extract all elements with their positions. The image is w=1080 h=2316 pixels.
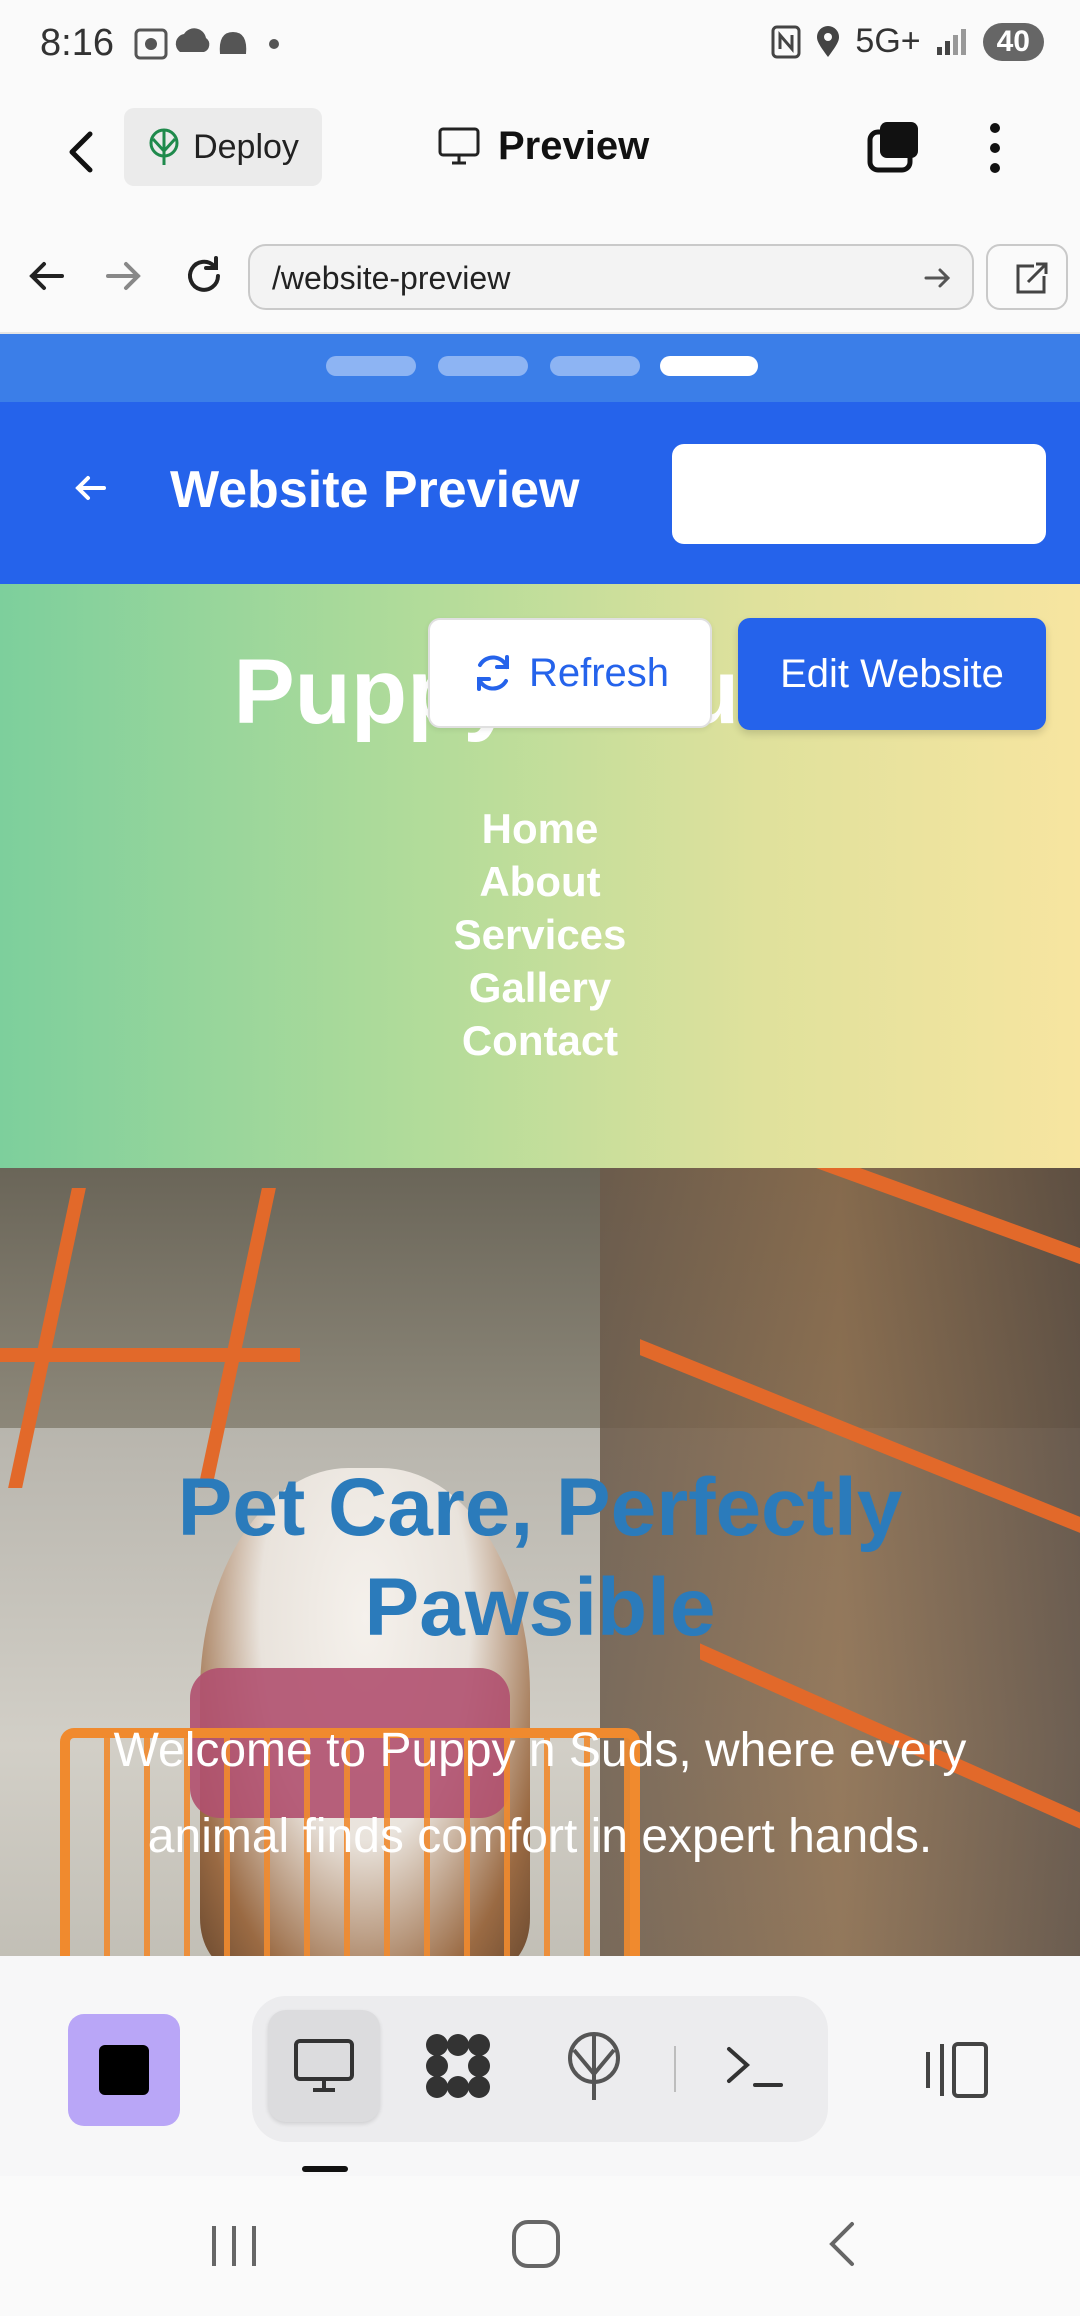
open-external-button[interactable] xyxy=(986,244,1068,310)
back-button[interactable] xyxy=(56,124,112,180)
browser-back-icon[interactable] xyxy=(22,252,70,300)
nav-services[interactable]: Services xyxy=(454,908,627,961)
bottom-toolbar xyxy=(0,1956,1080,2176)
tabs-button[interactable] xyxy=(866,118,922,174)
sidebar-panel-icon xyxy=(926,2042,988,2098)
tabs-icon xyxy=(867,122,918,173)
url-input[interactable]: /website-preview xyxy=(248,244,974,310)
refresh-icon xyxy=(476,655,509,691)
home-icon[interactable] xyxy=(508,2216,564,2272)
header-blank-panel xyxy=(672,444,1046,544)
external-link-icon xyxy=(1016,262,1048,294)
network-type: 5G+ xyxy=(855,22,921,60)
android-navigation-bar xyxy=(0,2176,1080,2316)
url-text: /website-preview xyxy=(272,260,511,296)
hero-title: Pet Care, Perfectly Pawsible xyxy=(177,1462,903,1653)
preview-label: Preview xyxy=(498,123,650,168)
monitor-icon xyxy=(438,127,480,165)
status-bar: 8:16 5G+ 40 xyxy=(0,0,1080,96)
deploy-icon xyxy=(149,128,179,165)
notification-icons xyxy=(134,24,284,72)
apps-tool-button[interactable] xyxy=(402,2010,514,2122)
progress-step-3 xyxy=(550,356,640,376)
site-header: Puppy n Suds Refresh Edit Website Home A… xyxy=(0,584,1080,1168)
app-bar: Deploy Preview xyxy=(0,96,1080,222)
deploy-icon xyxy=(568,2032,620,2100)
hero-subtitle: Welcome to Puppy n Suds, where every ani… xyxy=(113,1724,967,1863)
go-arrow-icon[interactable] xyxy=(922,262,954,294)
location-icon xyxy=(817,25,840,57)
recent-apps-icon[interactable] xyxy=(206,2220,262,2272)
preview-tab[interactable]: Preview xyxy=(438,116,649,176)
wizard-header: Website Preview xyxy=(0,402,1080,584)
system-back-icon[interactable] xyxy=(816,2216,872,2272)
more-options-icon[interactable] xyxy=(980,118,1010,178)
deploy-label: Deploy xyxy=(193,127,299,166)
nav-home[interactable]: Home xyxy=(482,802,599,855)
monitor-icon xyxy=(294,2039,354,2092)
preview-tool-button[interactable] xyxy=(268,2010,380,2122)
site-nav: Home About Services Gallery Contact xyxy=(0,802,1080,1067)
active-tool-indicator xyxy=(302,2166,348,2172)
nav-contact[interactable]: Contact xyxy=(462,1014,618,1067)
signal-icon xyxy=(936,28,966,55)
ladder-step xyxy=(0,1348,300,1362)
nfc-icon xyxy=(771,25,801,58)
progress-step-4 xyxy=(660,356,758,376)
hero-section: Pet Care, Perfectly Pawsible Welcome to … xyxy=(0,1168,1080,1956)
progress-step-1 xyxy=(326,356,416,376)
stop-icon xyxy=(99,2045,149,2095)
nav-about[interactable]: About xyxy=(479,855,600,908)
terminal-tool-button[interactable] xyxy=(698,2010,810,2122)
wizard-title: Website Preview xyxy=(170,461,580,519)
tool-separator xyxy=(674,2046,676,2092)
arrow-left-icon[interactable] xyxy=(66,464,114,512)
apps-icon xyxy=(426,2034,490,2098)
status-time: 8:16 xyxy=(40,22,114,64)
terminal-icon xyxy=(727,2047,783,2087)
browser-toolbar: /website-preview xyxy=(0,220,1080,334)
wizard-progress xyxy=(0,334,1080,402)
battery-indicator: 40 xyxy=(982,22,1044,61)
tool-switcher xyxy=(252,1996,828,2142)
refresh-label: Refresh xyxy=(528,650,670,695)
panel-toggle-button[interactable] xyxy=(920,2038,992,2102)
refresh-button[interactable]: Refresh xyxy=(428,618,712,728)
reload-icon[interactable] xyxy=(180,252,228,300)
nav-gallery[interactable]: Gallery xyxy=(469,961,611,1014)
status-right: 5G+ 40 xyxy=(771,22,1044,61)
chevron-left-icon xyxy=(69,131,93,173)
deploy-tool-button[interactable] xyxy=(538,2010,650,2122)
edit-website-button[interactable]: Edit Website xyxy=(738,618,1046,730)
deploy-button[interactable]: Deploy xyxy=(124,108,322,186)
browser-forward-icon[interactable] xyxy=(100,252,148,300)
progress-step-2 xyxy=(438,356,528,376)
stop-button[interactable] xyxy=(68,2014,180,2126)
